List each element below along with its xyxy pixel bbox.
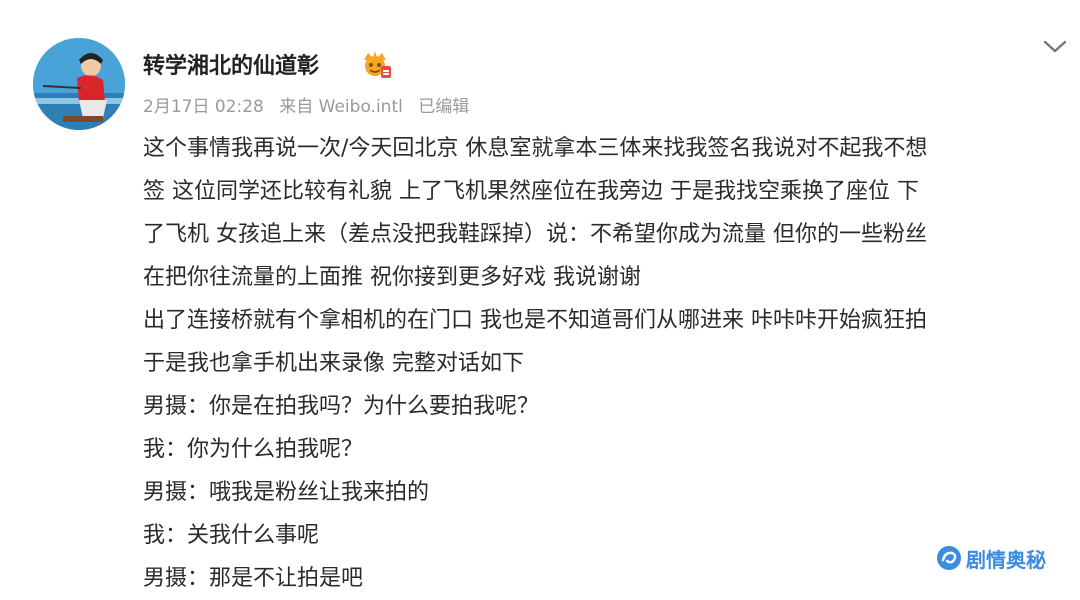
post-text-line: 出了连接桥就有个拿相机的在门口 我也是不知道哥们从哪进来 咔咔咔开始疯狂拍 bbox=[143, 308, 927, 333]
post-text-line: 了飞机 女孩追上来（差点没把我鞋踩掉）说：不希望你成为流量 但你的一些粉丝 bbox=[143, 222, 927, 247]
post-text-line: 男摄：那是不让拍是吧 bbox=[143, 566, 364, 591]
post-menu-button[interactable] bbox=[1040, 34, 1070, 58]
vip-crown-badge-icon bbox=[358, 46, 392, 80]
post-meta: 2月17日 02:28 来自 Weibo.intl 已编辑 bbox=[143, 92, 479, 117]
post-text-line: 这个事情我再说一次/今天回北京 休息室就拿本三体来找我签名我说对不起我不想 bbox=[143, 136, 928, 161]
post-source[interactable]: 来自 Weibo.intl bbox=[279, 97, 403, 117]
post-text-line: 签 这位同学还比较有礼貌 上了飞机果然座位在我旁边 于是我找空乘换了座位 下 bbox=[143, 179, 919, 204]
post-text-line: 在把你往流量的上面推 祝你接到更多好戏 我说谢谢 bbox=[143, 265, 641, 290]
post-text-line: 于是我也拿手机出来录像 完整对话如下 bbox=[143, 351, 524, 376]
post-text-line: 男摄：你是在拍我吗？为什么要拍我呢？ bbox=[143, 394, 540, 419]
avatar-cartoon-icon bbox=[33, 38, 125, 130]
post-text-line: 我：你为什么拍我呢？ bbox=[143, 437, 364, 462]
author-name[interactable]: 转学湘北的仙道彰 bbox=[143, 48, 319, 80]
post-text-line: 我：关我什么事呢 bbox=[143, 523, 320, 548]
chevron-down-icon bbox=[1043, 40, 1067, 53]
author-avatar[interactable] bbox=[33, 38, 125, 130]
post-text-line: 男摄：哦我是粉丝让我来拍的 bbox=[143, 480, 430, 505]
watermark: 剧情奥秘 bbox=[935, 540, 1046, 576]
post-body: 这个事情我再说一次/今天回北京 休息室就拿本三体来找我签名我说对不起我不想 签 … bbox=[143, 127, 1068, 600]
watermark-text: 剧情奥秘 bbox=[966, 547, 1046, 572]
swirl-logo-icon bbox=[937, 546, 961, 570]
edited-label[interactable]: 已编辑 bbox=[418, 97, 469, 117]
post-date[interactable]: 2月17日 02:28 bbox=[143, 97, 264, 117]
